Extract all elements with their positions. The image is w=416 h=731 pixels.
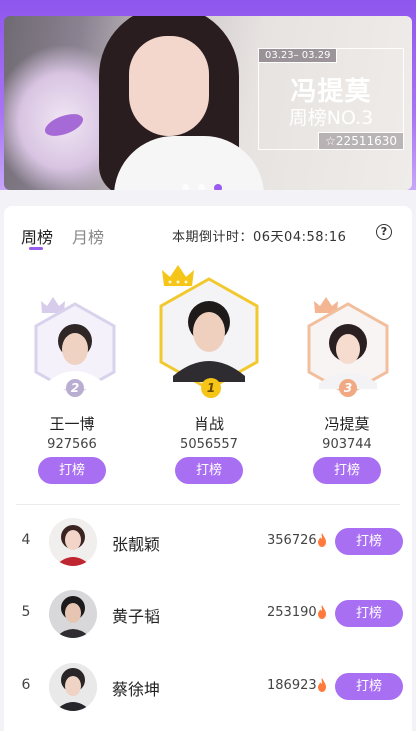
fire-icon: [318, 533, 326, 547]
divider: [16, 504, 400, 505]
list-item[interactable]: 4 张靓颖 356726 打榜: [4, 512, 412, 572]
row-rank: 5: [21, 604, 31, 620]
rank-badge-2: 2: [66, 379, 84, 397]
podium-score: 5056557: [180, 437, 238, 452]
podium-score: 903744: [322, 437, 372, 452]
podium-name: 冯提莫: [324, 415, 370, 433]
question-icon[interactable]: ?: [376, 224, 392, 240]
avatar[interactable]: [49, 518, 97, 566]
countdown-timer: 本期倒计时：06天04:58:16: [172, 230, 347, 245]
avatar-frame-hexagon[interactable]: [157, 276, 261, 392]
tab-monthly[interactable]: 月榜: [72, 224, 104, 248]
tab-weekly[interactable]: 周榜: [21, 224, 53, 248]
promo-banner[interactable]: 03.23– 03.29 冯提莫 周榜NO.3 ☆22511630: [4, 16, 412, 190]
carousel-dot[interactable]: [198, 184, 205, 190]
avatar[interactable]: [49, 663, 97, 711]
carousel-indicator[interactable]: [182, 183, 222, 190]
vote-button[interactable]: 打榜: [335, 600, 403, 627]
fire-icon: [318, 678, 326, 692]
avatar[interactable]: [49, 590, 97, 638]
badge-date-range: 03.23– 03.29: [259, 49, 338, 63]
banner-person-face: [129, 36, 209, 136]
vote-button[interactable]: 打榜: [175, 457, 243, 484]
rank-badge-3: 3: [339, 379, 357, 397]
list-item[interactable]: 5 黄子韬 253190 打榜: [4, 584, 412, 644]
row-score: 253190: [267, 605, 317, 620]
podium-name: 肖战: [193, 415, 224, 433]
vote-button[interactable]: 打榜: [313, 457, 381, 484]
ranking-card: 周榜 月榜 本期倒计时：06天04:58:16 ? 2 王一博 927566 打…: [4, 206, 412, 731]
row-name: 黄子韬: [112, 607, 161, 626]
vote-button[interactable]: 打榜: [335, 528, 403, 555]
row-rank: 4: [21, 532, 31, 548]
list-item[interactable]: 6 蔡徐坤 186923 打榜: [4, 657, 412, 717]
rank-badge-1: 1: [201, 378, 221, 398]
row-score: 186923: [267, 678, 317, 693]
badge-score: ☆22511630: [318, 132, 404, 150]
row-name: 蔡徐坤: [112, 680, 161, 699]
vote-button[interactable]: 打榜: [335, 673, 403, 700]
carousel-dot[interactable]: [182, 184, 189, 190]
vote-button[interactable]: 打榜: [38, 457, 106, 484]
podium-score: 927566: [47, 437, 97, 452]
row-name: 张靓颖: [112, 535, 161, 554]
star-icon: ☆: [325, 134, 336, 148]
carousel-dot-active[interactable]: [214, 183, 222, 190]
active-tab-indicator: [29, 247, 43, 250]
fire-icon: [318, 605, 326, 619]
badge-rank-text: 周榜NO.3: [288, 107, 374, 129]
badge-score-value: 22511630: [335, 134, 397, 148]
weekly-rank-badge: 03.23– 03.29 冯提莫 周榜NO.3 ☆22511630: [258, 48, 404, 150]
row-score: 356726: [267, 533, 317, 548]
row-rank: 6: [21, 677, 31, 693]
podium-name: 王一博: [49, 415, 95, 433]
